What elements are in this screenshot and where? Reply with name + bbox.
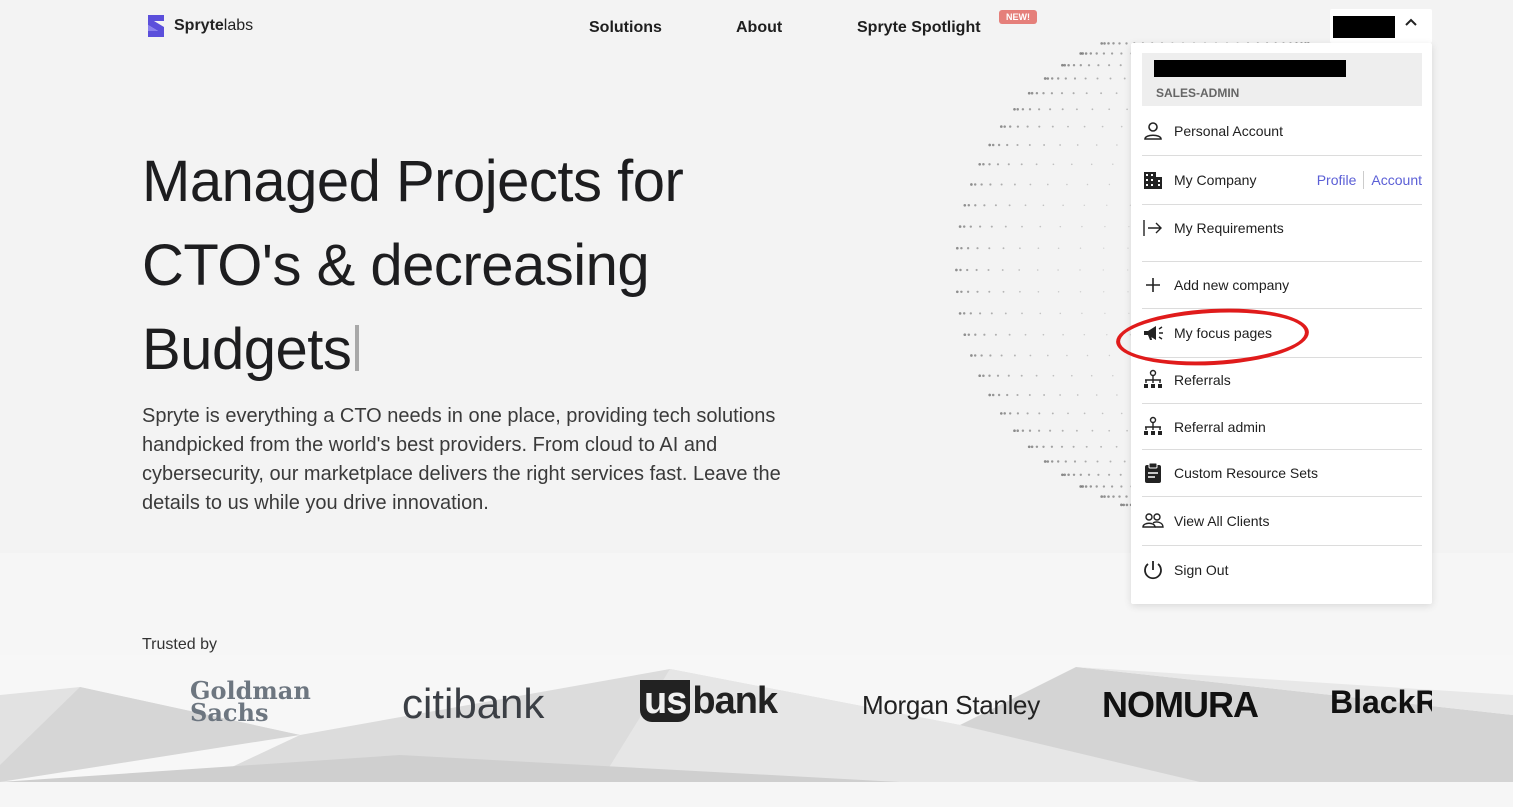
- clipboard-icon: [1145, 462, 1161, 483]
- hierarchy-icon: [1144, 416, 1162, 435]
- users-icon: [1142, 513, 1164, 528]
- headline-line-2: CTO's & decreasing: [142, 233, 650, 298]
- menu-item-personal-account[interactable]: Personal Account: [1142, 120, 1422, 142]
- redacted-username: [1333, 16, 1395, 38]
- menu-item-label: My Company: [1174, 172, 1257, 188]
- us-bank-logo: us bank: [640, 680, 778, 723]
- account-header: SALES-ADMIN: [1142, 53, 1422, 106]
- menu-divider: [1142, 308, 1422, 309]
- menu-item-label: Referral admin: [1174, 419, 1266, 435]
- headline-line-3-text: Budgets: [142, 317, 352, 382]
- chevron-up-icon: [1405, 18, 1417, 26]
- company-profile-link[interactable]: Profile: [1317, 172, 1357, 188]
- spryte-logo[interactable]: Sprytelabs: [144, 13, 253, 39]
- menu-item-add-new-company[interactable]: Add new company: [1142, 274, 1422, 296]
- spryte-logo-icon: [148, 15, 164, 37]
- user-icon: [1144, 122, 1162, 140]
- account-role: SALES-ADMIN: [1156, 86, 1240, 100]
- menu-item-my-company[interactable]: My Company Profile Account: [1142, 169, 1422, 191]
- logo-wordmark: Sprytelabs: [174, 17, 254, 34]
- menu-item-label: View All Clients: [1174, 513, 1270, 529]
- menu-item-label: Add new company: [1174, 277, 1290, 293]
- menu-divider: [1142, 545, 1422, 546]
- footer-strip: [0, 782, 1513, 807]
- menu-item-label: Referrals: [1174, 372, 1231, 388]
- menu-item-my-requirements[interactable]: My Requirements: [1142, 217, 1422, 239]
- building-icon: [1144, 172, 1162, 189]
- power-icon: [1144, 561, 1162, 580]
- nav-about[interactable]: About: [736, 19, 782, 37]
- client-logo-strip: Goldman Sachs citibank us bank Morgan Stan…: [0, 670, 1432, 740]
- menu-divider: [1142, 449, 1422, 450]
- menu-item-view-all-clients[interactable]: View All Clients: [1142, 510, 1422, 532]
- menu-divider: [1142, 155, 1422, 156]
- menu-divider: [1142, 261, 1422, 262]
- goldman-sachs-logo: Goldman Sachs: [190, 676, 311, 727]
- menu-item-referral-admin[interactable]: Referral admin: [1142, 416, 1422, 438]
- menu-item-label: Sign Out: [1174, 562, 1229, 578]
- blackrock-logo: BlackR: [1330, 684, 1432, 720]
- arrow-right-icon: [1143, 220, 1162, 236]
- link-separator: [1363, 171, 1365, 189]
- company-sub-links: Profile Account: [1317, 171, 1422, 189]
- new-badge: NEW!: [999, 10, 1037, 24]
- menu-item-referrals[interactable]: Referrals: [1142, 369, 1422, 391]
- plus-icon: [1146, 278, 1160, 292]
- headline-line-3: Budgets: [142, 308, 842, 392]
- typing-caret: [355, 325, 360, 371]
- menu-divider: [1142, 496, 1422, 497]
- menu-item-label: Personal Account: [1174, 123, 1283, 139]
- nomura-logo: NOMURA: [1102, 684, 1259, 725]
- redacted-account-name: [1154, 60, 1346, 77]
- menu-item-sign-out[interactable]: Sign Out: [1142, 559, 1422, 581]
- menu-item-custom-resource-sets[interactable]: Custom Resource Sets: [1142, 462, 1422, 484]
- account-menu-toggle[interactable]: [1330, 9, 1432, 43]
- nav-solutions[interactable]: Solutions: [589, 19, 662, 37]
- morgan-stanley-logo: Morgan Stanley: [862, 690, 1040, 720]
- hero-headline: Managed Projects for CTO's & decreasing …: [142, 140, 842, 392]
- hierarchy-icon: [1144, 369, 1162, 388]
- menu-divider: [1142, 403, 1422, 404]
- headline-line-1: Managed Projects for: [142, 149, 684, 214]
- nav-spryte-spotlight[interactable]: Spryte Spotlight: [857, 19, 981, 37]
- menu-item-label: My Requirements: [1174, 220, 1284, 236]
- citibank-logo: citibank: [402, 680, 545, 727]
- trusted-by-label: Trusted by: [142, 636, 217, 653]
- menu-item-label: Custom Resource Sets: [1174, 465, 1318, 481]
- hero-description: Spryte is everything a CTO needs in one …: [142, 405, 781, 514]
- company-account-link[interactable]: Account: [1371, 172, 1422, 188]
- menu-divider: [1142, 204, 1422, 205]
